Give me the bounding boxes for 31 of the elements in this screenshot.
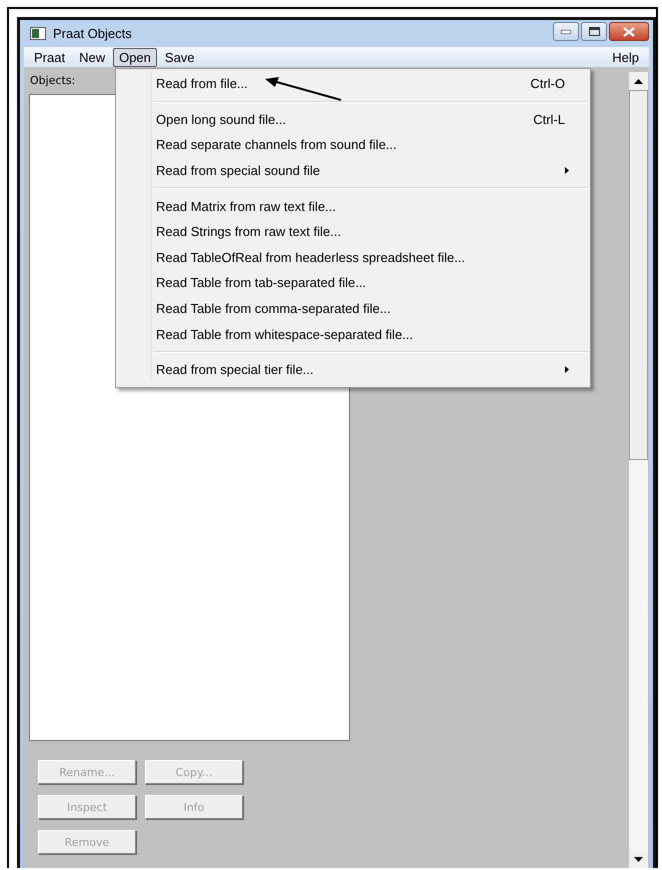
menu-option[interactable]: Read Table from whitespace-separated file... — [118, 321, 588, 347]
up-arrow-icon — [634, 78, 643, 84]
close-icon — [623, 26, 635, 36]
scroll-up-button[interactable] — [629, 72, 648, 90]
window-title: Praat Objects — [53, 26, 132, 41]
menu-option[interactable]: Read Strings from raw text file... — [118, 218, 588, 245]
scroll-thumb[interactable] — [629, 90, 648, 460]
down-arrow-icon — [634, 856, 643, 862]
maximize-icon — [588, 27, 600, 36]
menu-option[interactable]: Read Table from tab-separated file... — [118, 270, 588, 296]
menu-option[interactable]: Read Table from comma-separated file... — [118, 296, 588, 322]
menu-item[interactable]: Praat — [28, 48, 72, 66]
scroll-down-button[interactable] — [629, 850, 648, 868]
minimize-icon — [561, 30, 571, 34]
scrollbar[interactable] — [629, 72, 648, 868]
menu-item[interactable]: Help — [606, 48, 645, 66]
menu-item[interactable]: Open — [113, 48, 157, 66]
menu-option[interactable]: Read Matrix from raw text file... — [118, 193, 588, 219]
minimize-button[interactable] — [553, 22, 579, 41]
maximize-button[interactable] — [581, 22, 607, 41]
menu-option[interactable]: Read from file... Ctrl-O — [118, 71, 588, 97]
menu-option[interactable]: Read TableOfReal from headerless spreadsheet file... — [118, 244, 588, 270]
menu-option[interactable]: Read separate channels from sound file... — [118, 132, 588, 158]
menu-item[interactable]: Save — [158, 48, 201, 66]
window-icon — [30, 27, 46, 40]
close-button[interactable] — [609, 22, 649, 41]
menu-option[interactable]: Read from special sound file — [118, 158, 588, 184]
menu-option[interactable]: Read from special tier file... — [118, 356, 588, 383]
objects-label: Objects: — [29, 73, 76, 89]
menu-option[interactable]: Open long sound file... Ctrl-L — [118, 106, 588, 132]
menu-item[interactable]: New — [73, 48, 112, 66]
